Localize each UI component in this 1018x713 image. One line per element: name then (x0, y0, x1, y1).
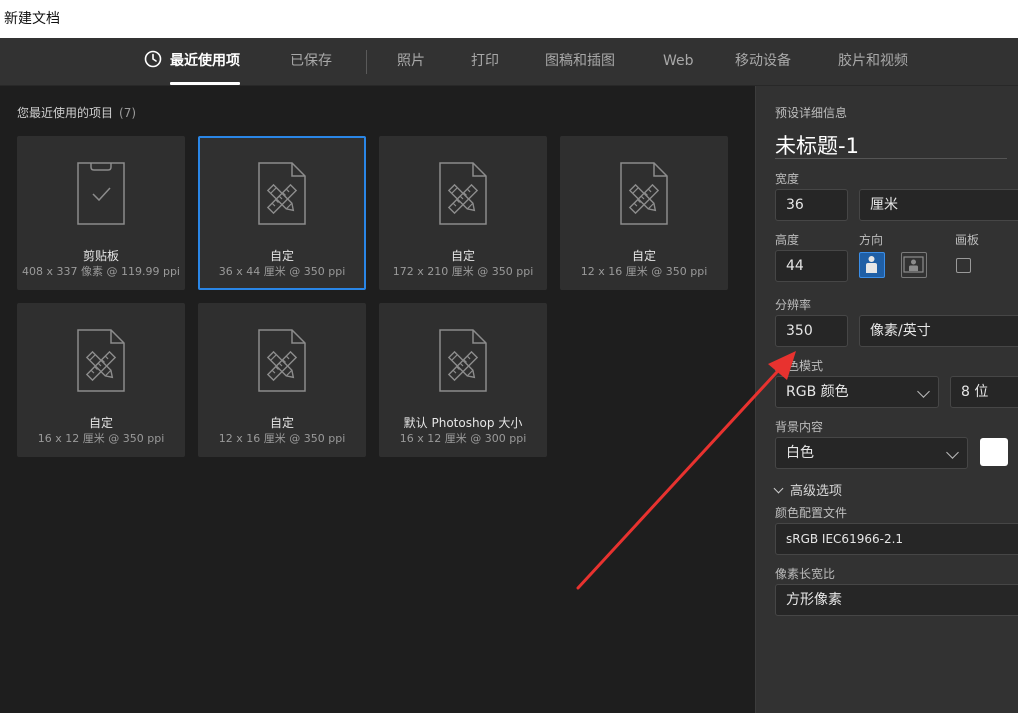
color-profile-value: sRGB IEC61966-2.1 (786, 532, 904, 546)
landscape-icon (903, 256, 924, 273)
preset-size: 36 x 44 厘米 @ 350 ppi (218, 265, 346, 278)
preset-name: 默认 Photoshop 大小 (403, 416, 523, 430)
tab-saved[interactable]: 已保存 (290, 38, 332, 86)
orientation-label: 方向 (859, 233, 884, 247)
chevron-down-icon (917, 385, 930, 398)
color-profile-select[interactable]: sRGB IEC61966-2.1 (775, 523, 1018, 555)
document-name-underline (775, 158, 1007, 159)
preset-size: 12 x 16 厘米 @ 350 ppi (218, 432, 346, 445)
color-mode-label: 颜色模式 (775, 359, 824, 373)
recent-items-count: (7) (119, 106, 137, 120)
active-tab-indicator (170, 82, 240, 85)
preset-name: 自定 (269, 416, 294, 430)
background-color-swatch[interactable] (980, 438, 1008, 466)
preset-details-panel: 预设详细信息 未标题-1 宽度 36 厘米 高度 方向 画板 44 分辨率 35… (755, 86, 1018, 713)
custom-document-icon (439, 329, 487, 392)
landscape-orientation-button[interactable] (901, 252, 927, 278)
pixel-aspect-value: 方形像素 (786, 592, 842, 608)
tab-film-video[interactable]: 胶片和视频 (838, 38, 908, 86)
portrait-icon (866, 256, 877, 273)
tab-recent-label: 最近使用项 (170, 53, 240, 69)
custom-document-icon (258, 329, 306, 392)
artboard-checkbox[interactable] (956, 258, 971, 273)
preset-card-custom[interactable]: 自定 12 x 16 厘米 @ 350 ppi (560, 136, 728, 290)
bit-depth-select[interactable]: 8 位 (950, 376, 1018, 408)
tab-art-illustration[interactable]: 图稿和插图 (545, 38, 615, 86)
custom-document-icon (258, 162, 306, 225)
background-label: 背景内容 (775, 420, 824, 434)
preset-card-custom[interactable]: 自定 172 x 210 厘米 @ 350 ppi (379, 136, 547, 290)
resolution-unit-select[interactable]: 像素/英寸 (859, 315, 1018, 347)
preset-name: 剪贴板 (82, 249, 119, 263)
preset-size: 12 x 16 厘米 @ 350 ppi (580, 265, 708, 278)
document-name-input[interactable]: 未标题-1 (775, 130, 859, 160)
resolution-input[interactable]: 350 (775, 315, 848, 347)
preset-card-custom[interactable]: 自定 12 x 16 厘米 @ 350 ppi (198, 303, 366, 457)
pixel-aspect-select[interactable]: 方形像素 (775, 584, 1018, 616)
clipboard-icon (77, 162, 125, 225)
preset-card-custom[interactable]: 自定 16 x 12 厘米 @ 350 ppi (17, 303, 185, 457)
artboard-label: 画板 (955, 233, 980, 247)
color-mode-value: RGB 颜色 (786, 384, 849, 400)
preset-name: 自定 (631, 249, 656, 263)
chevron-down-icon (773, 483, 784, 494)
tab-print[interactable]: 打印 (471, 38, 499, 86)
preset-details-heading: 预设详细信息 (775, 106, 848, 120)
category-tabbar: 最近使用项 已保存 照片 打印 图稿和插图 Web 移动设备 胶片和视频 (0, 38, 1018, 86)
advanced-options-label: 高级选项 (790, 484, 843, 499)
preset-size: 16 x 12 厘米 @ 350 ppi (37, 432, 165, 445)
window-title: 新建文档 (0, 0, 1018, 38)
width-label: 宽度 (775, 172, 800, 186)
preset-name: 自定 (269, 249, 294, 263)
background-select[interactable]: 白色 (775, 437, 968, 469)
bit-depth-value: 8 位 (961, 384, 989, 400)
preset-name: 自定 (450, 249, 475, 263)
preset-name: 自定 (88, 416, 113, 430)
background-value: 白色 (786, 445, 814, 461)
recent-presets-panel: 您最近使用的项目 (7) 剪贴板 408 x 337 像素 @ 119.99 pp… (0, 86, 755, 713)
width-unit-value: 厘米 (870, 197, 898, 213)
recent-items-heading: 您最近使用的项目 (7) (17, 104, 136, 121)
preset-card-custom-selected[interactable]: 自定 36 x 44 厘米 @ 350 ppi (198, 136, 366, 290)
custom-document-icon (439, 162, 487, 225)
clock-icon (144, 50, 162, 68)
chevron-down-icon (946, 446, 959, 459)
color-mode-select[interactable]: RGB 颜色 (775, 376, 939, 408)
resolution-label: 分辨率 (775, 298, 812, 312)
width-unit-select[interactable]: 厘米 (859, 189, 1018, 221)
recent-items-label: 您最近使用的项目 (17, 106, 114, 120)
height-input[interactable]: 44 (775, 250, 848, 282)
preset-card-default-photoshop[interactable]: 默认 Photoshop 大小 16 x 12 厘米 @ 300 ppi (379, 303, 547, 457)
color-profile-label: 颜色配置文件 (775, 506, 848, 520)
advanced-options-toggle[interactable]: 高级选项 (773, 480, 843, 499)
tab-web[interactable]: Web (663, 38, 694, 86)
tab-divider (366, 50, 367, 74)
preset-size: 172 x 210 厘米 @ 350 ppi (392, 265, 534, 278)
pixel-aspect-label: 像素长宽比 (775, 567, 836, 581)
tab-mobile[interactable]: 移动设备 (735, 38, 791, 86)
custom-document-icon (77, 329, 125, 392)
preset-card-clipboard[interactable]: 剪贴板 408 x 337 像素 @ 119.99 ppi (17, 136, 185, 290)
width-input[interactable]: 36 (775, 189, 848, 221)
resolution-unit-value: 像素/英寸 (870, 323, 931, 339)
tab-photo[interactable]: 照片 (397, 38, 425, 86)
custom-document-icon (620, 162, 668, 225)
portrait-orientation-button[interactable] (859, 252, 885, 278)
tab-recent[interactable]: 最近使用项 (144, 38, 240, 86)
preset-size: 16 x 12 厘米 @ 300 ppi (399, 432, 527, 445)
height-label: 高度 (775, 233, 800, 247)
preset-size: 408 x 337 像素 @ 119.99 ppi (22, 265, 180, 278)
